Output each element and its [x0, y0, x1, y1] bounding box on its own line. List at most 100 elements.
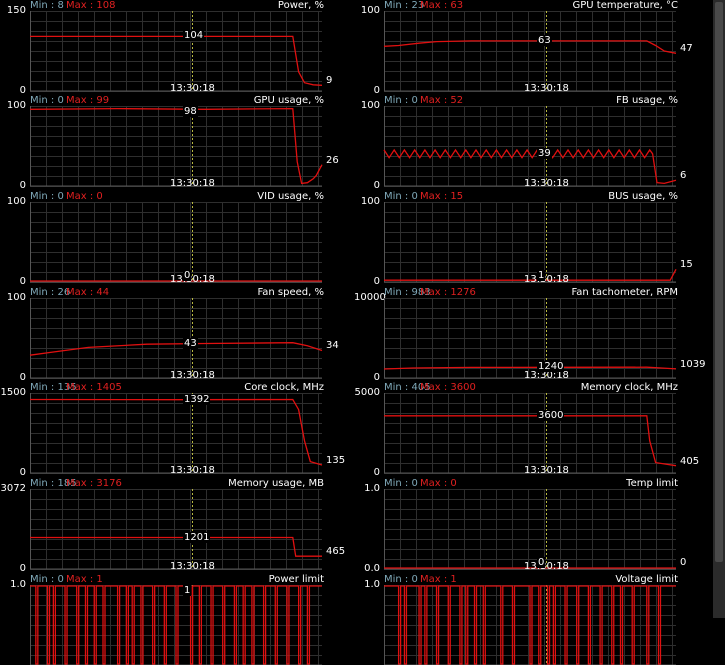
time-axis-label: 13:30:18: [170, 83, 215, 94]
graph-svg: [384, 585, 676, 665]
y-axis-max-label: 10000: [354, 292, 386, 303]
y-axis-min-label: 0: [19, 180, 26, 191]
graph-title: Fan tachometer, RPM: [571, 287, 678, 298]
end-value-label: 6: [680, 170, 687, 182]
end-value-label: 465: [326, 546, 346, 558]
graph-plot-area: [30, 489, 322, 570]
y-axis-min-label: 0: [373, 180, 380, 191]
current-value-label: 1: [183, 585, 192, 596]
time-axis-label: 13:30:18: [170, 274, 215, 285]
y-axis-min-label: 0: [373, 85, 380, 96]
max-value-label: Max : 99: [66, 95, 110, 106]
vertical-scrollbar[interactable]: [713, 0, 725, 618]
graph-svg: [384, 393, 677, 474]
max-value-label: Max : 3176: [66, 478, 122, 489]
y-axis-max-label: 100: [6, 100, 26, 111]
scrollbar-thumb[interactable]: [715, 2, 723, 562]
current-value-label: 1201: [183, 531, 211, 543]
max-value-label: Max : 0: [66, 191, 103, 202]
max-value-label: Max : 1: [420, 574, 457, 585]
max-value-label: Max : 15: [420, 191, 464, 202]
graph-title: Power limit: [268, 574, 324, 585]
min-value-label: Min : 0: [384, 574, 418, 585]
graph-svg: [384, 489, 676, 570]
graph-svg: [29, 298, 323, 379]
graph-plot-area: [29, 298, 323, 379]
graph-plot-area: [383, 11, 677, 92]
max-value-label: Max : 0: [420, 478, 457, 489]
y-axis-min-label: 0: [19, 85, 26, 96]
y-axis-max-label: 100: [360, 196, 380, 207]
min-value-label: Min : 0: [30, 574, 64, 585]
y-axis-max-label: 1.0: [364, 483, 380, 494]
y-axis-max-label: 150: [6, 5, 26, 16]
graph-title: Fan speed, %: [257, 287, 324, 298]
graph-plot-area: [383, 106, 677, 187]
end-value-label: 0: [680, 557, 687, 568]
y-axis-min-label: 0: [19, 563, 26, 574]
max-value-label: Max : 52: [420, 95, 464, 106]
time-axis-label: 13:30:18: [524, 561, 569, 572]
current-value-label: 3600: [537, 409, 565, 421]
y-axis-min-label: 0: [19, 372, 26, 383]
end-value-label: 47: [680, 43, 693, 55]
current-value-label: 104: [183, 30, 205, 42]
time-axis-label: 13:30:18: [524, 274, 569, 285]
min-value-label: Min : 23: [384, 0, 425, 11]
y-axis-min-label: 0: [19, 276, 26, 287]
y-axis-max-label: 1.0: [364, 579, 380, 590]
min-value-label: Min : 0: [384, 478, 418, 489]
graph-svg: [30, 585, 322, 665]
time-axis-label: 13:30:18: [170, 465, 215, 476]
graph-title: GPU usage, %: [253, 95, 324, 106]
end-value-label: 135: [326, 454, 346, 466]
y-axis-max-label: 100: [360, 100, 380, 111]
min-value-label: Min : 0: [30, 95, 64, 106]
max-value-label: Max : 44: [66, 287, 110, 298]
graph-title: BUS usage, %: [608, 191, 678, 202]
graph-title: GPU temperature, °C: [572, 0, 678, 11]
graph-svg: [30, 11, 323, 92]
graph-svg: [30, 489, 322, 570]
graph-title: Temp limit: [626, 478, 678, 489]
min-value-label: Min : 0: [384, 191, 418, 202]
current-value-label: 0: [537, 557, 546, 568]
graph-plot-area: [30, 585, 322, 665]
y-axis-min-label: 0: [19, 467, 26, 478]
series-line: [30, 536, 322, 557]
min-value-label: Min : 8: [30, 0, 64, 11]
graph-plot-area: [30, 202, 322, 283]
graph-title: Memory usage, MB: [228, 478, 324, 489]
current-value-label: 63: [537, 34, 552, 46]
current-value-label: 98: [183, 106, 198, 117]
max-value-label: Max : 3600: [420, 382, 476, 393]
y-axis-max-label: 100: [360, 5, 380, 16]
end-value-label: 405: [680, 455, 700, 467]
current-value-label: 1392: [183, 393, 211, 405]
graph-plot-area: [29, 106, 323, 187]
end-value-label: 26: [326, 154, 339, 166]
y-axis-max-label: 100: [6, 292, 26, 303]
graph-plot-area: [383, 298, 677, 379]
y-axis-max-label: 100: [6, 196, 26, 207]
current-value-label: 43: [183, 337, 198, 349]
time-axis-label: 13:30:18: [170, 370, 215, 381]
graph-title: FB usage, %: [616, 95, 678, 106]
max-value-label: Max : 63: [420, 0, 464, 11]
y-axis-min-label: 0: [373, 467, 380, 478]
graph-plot-area: [384, 202, 677, 283]
max-value-label: Max : 108: [66, 0, 116, 11]
time-axis-label: 13:30:18: [170, 561, 215, 572]
end-value-label: 34: [326, 340, 339, 352]
max-value-label: Max : 1: [66, 574, 103, 585]
end-value-label: 9: [326, 75, 333, 87]
end-value-label: 15: [680, 259, 693, 271]
graph-svg: [383, 11, 677, 92]
y-axis-max-label: 1.0: [10, 579, 26, 590]
graph-svg: [384, 202, 677, 283]
graph-title: VID usage, %: [257, 191, 324, 202]
graph-plot-area: [384, 585, 676, 665]
current-value-label: 1: [537, 270, 546, 281]
current-value-label: 39: [537, 147, 552, 159]
y-axis-min-label: 0: [373, 276, 380, 287]
